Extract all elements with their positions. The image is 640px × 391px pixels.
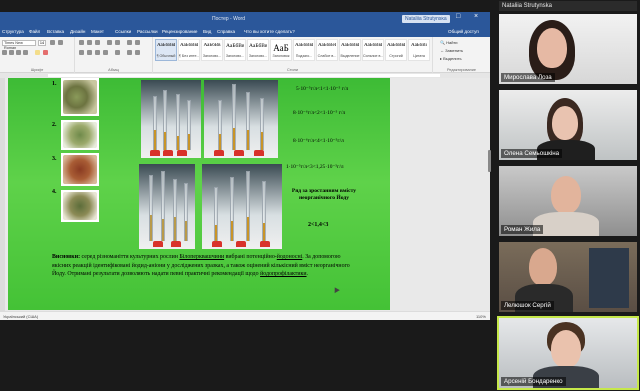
participant-face: [551, 176, 581, 214]
participant-tile-4[interactable]: Лелюшок Сергій: [499, 242, 637, 312]
participant-name: Роман Жила: [501, 225, 544, 234]
participant-name: Арсеній Бондаренко: [501, 377, 566, 386]
participant-tile-2[interactable]: Олена Семьошкіна: [499, 90, 637, 160]
participants-panel: Nataliia Strutynska Мирослава Лоза Олена…: [0, 0, 640, 391]
background-shelf: [589, 248, 629, 308]
participant-face: [529, 248, 557, 286]
participant-face: [552, 106, 578, 140]
participant-name: Лелюшок Сергій: [501, 301, 554, 310]
participant-name: Олена Семьошкіна: [501, 149, 563, 158]
sharing-user-name: Nataliia Strutynska: [499, 1, 637, 11]
participant-tile-1[interactable]: Мирослава Лоза: [499, 14, 637, 84]
participant-tile-5-active-speaker[interactable]: Арсеній Бондаренко: [497, 316, 639, 390]
participant-name: Мирослава Лоза: [501, 73, 555, 82]
participant-face: [537, 28, 567, 68]
participant-face: [551, 330, 581, 368]
participant-tile-3[interactable]: Роман Жила: [499, 166, 637, 236]
screen: Постер - Word Nataliia Strutynska – □ × …: [0, 0, 640, 391]
